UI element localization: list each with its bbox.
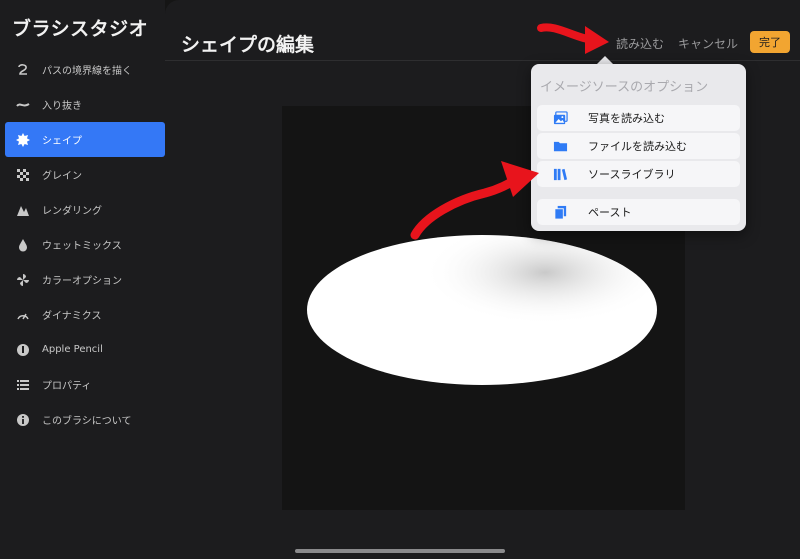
sidebar-item-wet-mix[interactable]: ウェットミックス	[5, 227, 165, 262]
sidebar-item-label: このブラシについて	[42, 416, 132, 427]
sidebar-item-taper[interactable]: 入り抜き	[5, 87, 165, 122]
sidebar-item-label: ダイナミクス	[42, 311, 102, 322]
image-source-popover: イメージソースのオプション 写真を読み込む ファイルを読み込む ソースライブラリ…	[531, 64, 746, 231]
popover-caret	[597, 56, 613, 64]
properties-icon	[16, 378, 30, 392]
taper-icon	[16, 98, 30, 112]
sidebar-item-rendering[interactable]: レンダリング	[5, 192, 165, 227]
sidebar-item-label: Apple Pencil	[42, 344, 103, 355]
library-icon	[552, 166, 568, 182]
sidebar-item-properties[interactable]: プロパティ	[5, 367, 165, 402]
folder-icon	[552, 138, 568, 154]
page-title: シェイプの編集	[181, 34, 315, 56]
paste-icon	[552, 204, 568, 220]
menu-item-label: ファイルを読み込む	[588, 140, 687, 153]
menu-item-label: ペースト	[588, 206, 632, 219]
sidebar-item-label: ウェットミックス	[42, 241, 122, 252]
home-indicator	[295, 549, 505, 553]
shape-preview	[307, 235, 657, 385]
cancel-button[interactable]: キャンセル	[678, 35, 738, 52]
menu-item-label: ソースライブラリ	[588, 168, 676, 181]
sidebar-nav: パスの境界線を描く 入り抜き シェイプ グレイン レンダリング ウェットミックス…	[5, 52, 165, 437]
dynamics-icon	[16, 308, 30, 322]
wet-mix-icon	[16, 238, 30, 252]
sidebar-item-apple-pencil[interactable]: Apple Pencil	[5, 332, 165, 367]
sidebar-item-dynamics[interactable]: ダイナミクス	[5, 297, 165, 332]
sidebar-item-label: カラーオプション	[42, 276, 122, 287]
grain-icon	[16, 168, 30, 182]
menu-item-label: 写真を読み込む	[588, 112, 665, 125]
sidebar-item-label: パスの境界線を描く	[42, 66, 132, 77]
import-photo-button[interactable]: 写真を読み込む	[537, 105, 740, 131]
sidebar-item-label: グレイン	[42, 171, 82, 182]
popover-title: イメージソースのオプション	[540, 80, 709, 95]
sidebar: ブラシスタジオ パスの境界線を描く 入り抜き シェイプ グレイン レンダリング …	[0, 0, 165, 559]
header-divider	[165, 60, 800, 61]
sidebar-item-label: レンダリング	[42, 206, 102, 217]
sidebar-item-label: 入り抜き	[42, 101, 82, 112]
source-library-button[interactable]: ソースライブラリ	[537, 161, 740, 187]
sidebar-item-label: プロパティ	[42, 381, 92, 392]
app-title: ブラシスタジオ	[12, 18, 149, 40]
sidebar-item-label: シェイプ	[42, 136, 82, 147]
import-button[interactable]: 読み込む	[616, 35, 664, 52]
import-file-button[interactable]: ファイルを読み込む	[537, 133, 740, 159]
color-options-icon	[16, 273, 30, 287]
sidebar-item-shape[interactable]: シェイプ	[5, 122, 165, 157]
photo-icon	[552, 110, 568, 126]
sidebar-item-color-options[interactable]: カラーオプション	[5, 262, 165, 297]
paste-button[interactable]: ペースト	[537, 199, 740, 225]
done-button[interactable]: 完了	[750, 31, 790, 53]
sidebar-item-stroke-path[interactable]: パスの境界線を描く	[5, 52, 165, 87]
rendering-icon	[16, 203, 30, 217]
sidebar-item-grain[interactable]: グレイン	[5, 157, 165, 192]
sidebar-item-about[interactable]: このブラシについて	[5, 402, 165, 437]
shape-icon	[16, 132, 30, 147]
apple-pencil-icon	[16, 343, 30, 357]
info-icon	[16, 413, 30, 427]
stroke-path-icon	[16, 63, 30, 77]
